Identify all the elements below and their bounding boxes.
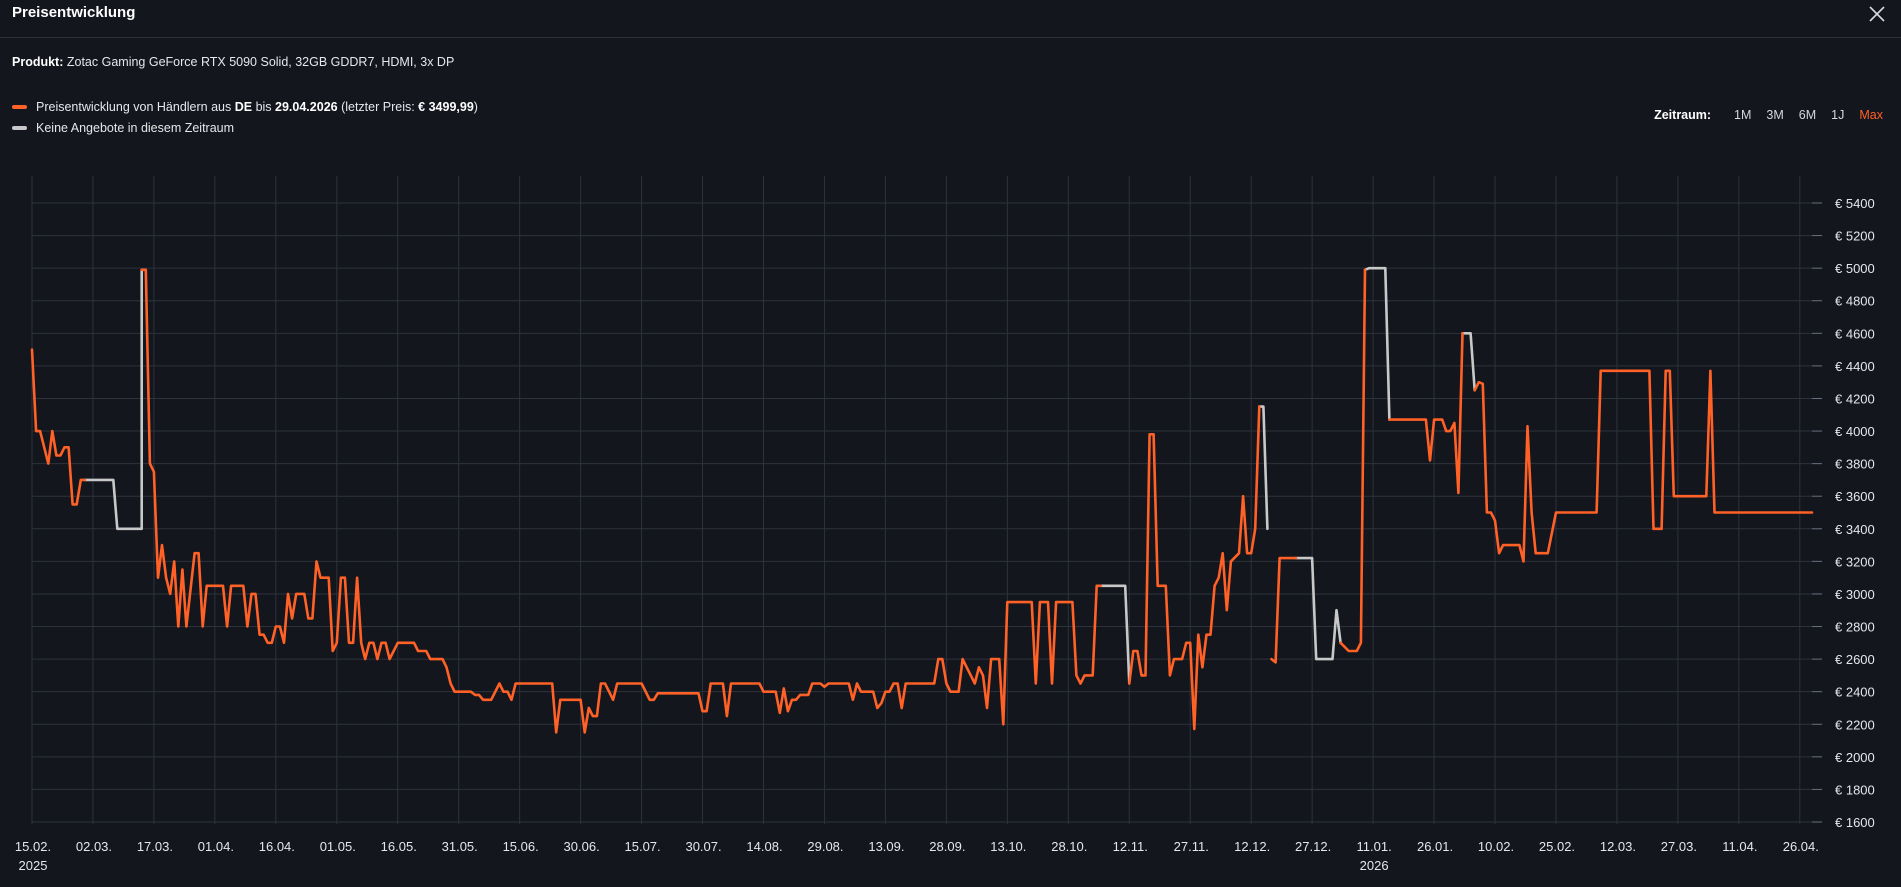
legend-swatch-no-offers <box>12 125 27 130</box>
y-tick-label: € 2200 <box>1835 717 1875 732</box>
y-tick-label: € 2000 <box>1835 750 1875 765</box>
x-tick-label: 10.02. <box>1478 839 1514 854</box>
x-tick-label: 30.07. <box>685 839 721 854</box>
x-tick-label: 12.11. <box>1113 839 1148 854</box>
x-tick-year-label: 2026 <box>1360 858 1389 873</box>
x-tick-year-label: 2025 <box>19 858 48 873</box>
y-tick-label: € 1600 <box>1835 815 1875 830</box>
no-offer-series-line[interactable] <box>1099 584 1131 685</box>
x-tick-label: 27.11. <box>1174 839 1209 854</box>
x-tick-label: 26.01. <box>1417 839 1453 854</box>
chart-legend: Preisentwicklung von Händlern aus DE bis… <box>12 96 478 138</box>
time-range-label: Zeitraum: <box>1654 108 1712 122</box>
y-tick-label: € 4200 <box>1835 391 1875 406</box>
price-chart[interactable]: € 1600 € 1800 € 2000 € 2200 € 2400 € 2600 € 28… <box>0 170 1901 887</box>
x-tick-label: 30.06. <box>564 839 600 854</box>
x-tick-label: 12.12. <box>1234 839 1270 854</box>
range-option-max[interactable]: Max <box>1859 108 1883 122</box>
range-option-3m[interactable]: 3M <box>1766 108 1783 122</box>
y-tick-label: € 4400 <box>1835 359 1875 374</box>
x-tick-label: 12.03. <box>1600 839 1636 854</box>
no-offer-series-line[interactable] <box>1258 405 1269 531</box>
y-tick-label: € 3800 <box>1835 457 1875 472</box>
x-tick-label: 26.04. <box>1783 839 1819 854</box>
x-tick-label: 17.03. <box>137 839 173 854</box>
product-info: Produkt: Zotac Gaming GeForce RTX 5090 S… <box>12 55 454 69</box>
x-tick-label: 16.05. <box>381 839 417 854</box>
legend-price-text: Preisentwicklung von Händlern aus DE bis… <box>36 99 478 114</box>
product-label: Produkt: <box>12 55 64 69</box>
x-tick-label: 13.10. <box>990 839 1026 854</box>
x-tick-label: 14.08. <box>746 839 782 854</box>
range-option-1j[interactable]: 1J <box>1831 108 1844 122</box>
price-series-line[interactable] <box>1473 369 1814 563</box>
y-tick-label: € 2600 <box>1835 652 1875 667</box>
modal-title: Preisentwicklung <box>12 4 136 21</box>
range-option-1m[interactable]: 1M <box>1734 108 1751 122</box>
x-tick-label: 15.07. <box>625 839 661 854</box>
y-tick-label: € 4800 <box>1835 294 1875 309</box>
legend-item-no-offers[interactable]: Keine Angebote in diesem Zeitraum <box>12 117 478 138</box>
x-tick-label: 11.04. <box>1722 839 1757 854</box>
price-series-line[interactable] <box>140 268 1103 734</box>
x-tick-label: 11.01. <box>1357 839 1392 854</box>
x-tick-label: 28.09. <box>929 839 965 854</box>
price-series-line[interactable] <box>1388 332 1464 495</box>
x-tick-label: 27.12. <box>1295 839 1331 854</box>
price-series-line[interactable] <box>1128 405 1261 731</box>
y-tick-label: € 5000 <box>1835 261 1875 276</box>
legend-no-offers-text: Keine Angebote in diesem Zeitraum <box>36 120 235 135</box>
x-tick-label: 13.09. <box>868 839 904 854</box>
y-tick-label: € 4600 <box>1835 326 1875 341</box>
y-tick-label: € 3400 <box>1835 522 1875 537</box>
legend-item-price[interactable]: Preisentwicklung von Händlern aus DE bis… <box>12 96 478 117</box>
no-offer-series-line[interactable] <box>1363 266 1391 421</box>
close-icon[interactable] <box>1867 4 1887 24</box>
y-tick-label: € 5400 <box>1835 196 1875 211</box>
x-tick-label: 28.10. <box>1051 839 1087 854</box>
modal-header: Preisentwicklung <box>0 0 1901 38</box>
x-tick-label: 31.05. <box>442 839 478 854</box>
x-tick-label: 15.02. <box>15 839 51 854</box>
x-tick-label: 01.04. <box>198 839 234 854</box>
product-name: Zotac Gaming GeForce RTX 5090 Solid, 32G… <box>66 55 455 69</box>
y-tick-label: € 2400 <box>1835 685 1875 700</box>
x-tick-label: 02.03. <box>76 839 112 854</box>
x-tick-label: 27.03. <box>1661 839 1697 854</box>
x-tick-label: 25.02. <box>1539 839 1575 854</box>
legend-swatch-price <box>12 104 27 109</box>
no-offer-series-line[interactable] <box>1294 556 1342 661</box>
y-tick-label: € 1800 <box>1835 782 1875 797</box>
x-tick-label: 29.08. <box>807 839 843 854</box>
y-tick-label: € 2800 <box>1835 620 1875 635</box>
price-series-line[interactable] <box>30 348 87 506</box>
y-tick-label: € 4000 <box>1835 424 1875 439</box>
y-tick-label: € 3000 <box>1835 587 1875 602</box>
x-tick-label: 16.04. <box>259 839 295 854</box>
x-tick-label: 01.05. <box>320 839 356 854</box>
price-series-line[interactable] <box>1270 556 1298 664</box>
no-offer-series-line[interactable] <box>1461 332 1476 392</box>
range-option-6m[interactable]: 6M <box>1799 108 1816 122</box>
y-tick-label: € 3200 <box>1835 554 1875 569</box>
y-tick-label: € 3600 <box>1835 489 1875 504</box>
time-range-selector: Zeitraum: 1M 3M 6M 1J Max <box>1654 108 1883 122</box>
y-tick-label: € 5200 <box>1835 229 1875 244</box>
x-tick-label: 15.06. <box>503 839 539 854</box>
